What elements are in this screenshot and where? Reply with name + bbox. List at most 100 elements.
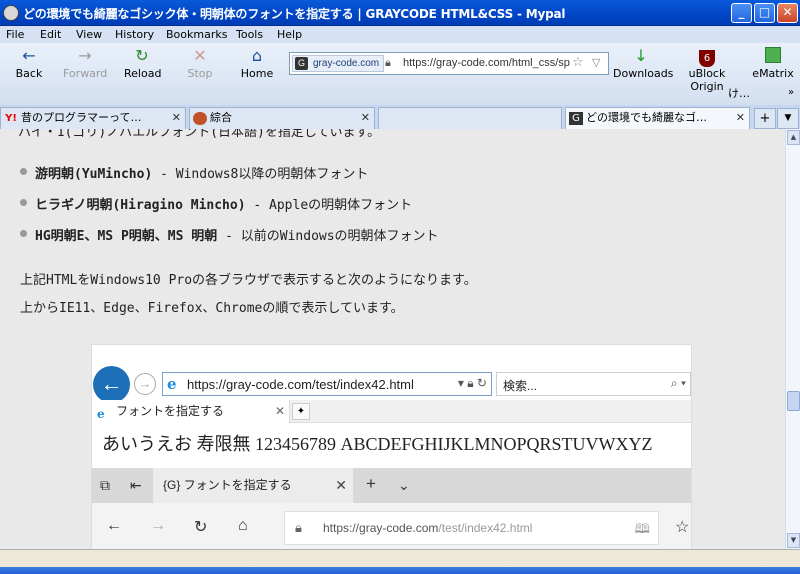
site-identity-label: gray-code.com bbox=[313, 58, 380, 69]
tab-graycode[interactable]: G どの環境でも綺麗なゴ… ✕ bbox=[565, 107, 750, 129]
menu-help[interactable]: Help bbox=[277, 28, 302, 41]
edge-favorites-star-icon: ☆ bbox=[675, 519, 690, 536]
vertical-scrollbar[interactable]: ▲ ▼ bbox=[785, 129, 800, 549]
ematrix-button[interactable]: eMatrix bbox=[752, 47, 794, 80]
lock-icon: 🔒︎ bbox=[385, 56, 391, 69]
edge-reading-view-icon: 🕮︎ bbox=[634, 521, 650, 536]
font-desc: - Appleの明朝体フォント bbox=[245, 198, 413, 213]
stop-label: Stop bbox=[187, 67, 213, 80]
site-identity[interactable]: G gray-code.com bbox=[292, 55, 385, 72]
edge-tab-preview-icon: ⧉ bbox=[100, 477, 110, 493]
ie-search-icon: ⌕ ▾ bbox=[670, 376, 686, 390]
menu-edit[interactable]: Edit bbox=[40, 28, 61, 41]
forward-arrow-icon: → bbox=[78, 46, 92, 65]
back-label: Back bbox=[15, 67, 43, 80]
page-content: ハイ・1(ゴリ)ノバエルフォント(日本語)を指定しています。 游明朝(YuMin… bbox=[0, 129, 785, 549]
ublock-label: uBlock Origin bbox=[688, 67, 726, 93]
font-name: ヒラギノ明朝(Hiragino Mincho) bbox=[35, 198, 246, 213]
ublock-shield-icon: 6 bbox=[672, 47, 742, 67]
title-bar: どの環境でも綺麗なゴシック体・明朝体のフォントを指定する | GRAYCODE … bbox=[0, 0, 800, 26]
window-title: どの環境でも綺麗なゴシック体・明朝体のフォントを指定する | GRAYCODE … bbox=[23, 7, 566, 21]
tab-label: 綜合 bbox=[210, 111, 232, 124]
edge-home-icon: ⌂ bbox=[238, 517, 248, 534]
ie-tab-label: フォントを指定する bbox=[116, 404, 225, 418]
edge-tab-label: {G} フォントを指定する bbox=[163, 478, 292, 492]
graycode-icon: G bbox=[569, 112, 583, 125]
back-button[interactable]: ← Back bbox=[14, 46, 44, 81]
downloads-button[interactable]: ↓ Downloads bbox=[613, 46, 673, 81]
scroll-up-arrow-icon[interactable]: ▲ bbox=[787, 130, 800, 145]
chevron-right-icon[interactable]: » bbox=[785, 87, 797, 98]
edge-new-tab-icon: + bbox=[366, 474, 376, 493]
edge-url-host: https://gray-code.com bbox=[323, 521, 439, 535]
reload-button[interactable]: ↻ Reload bbox=[124, 46, 161, 81]
app-icon bbox=[3, 5, 19, 21]
menu-tools[interactable]: Tools bbox=[236, 28, 263, 41]
scroll-down-arrow-icon[interactable]: ▼ bbox=[787, 533, 800, 548]
forward-button[interactable]: → Forward bbox=[63, 46, 107, 81]
edge-nav-bar: ← → ↻ ⌂ 🔒︎ https://gray-code.com/test/in… bbox=[92, 503, 691, 549]
browser-comparison-image: ← → e https://gray-code.com/test/index42… bbox=[91, 344, 692, 549]
edge-set-aside-icon: ⇤ bbox=[130, 477, 142, 493]
yahoo-icon: Y! bbox=[5, 113, 17, 124]
ie-toolbar: ← → e https://gray-code.com/test/index42… bbox=[92, 345, 691, 403]
menu-bookmarks[interactable]: Bookmarks bbox=[166, 28, 227, 41]
bullet-dot bbox=[20, 199, 27, 206]
url-text[interactable]: https://gray-code.com/html_css/sp bbox=[403, 57, 570, 69]
stop-button[interactable]: ✕ Stop bbox=[186, 46, 214, 81]
ie-logo-icon: e bbox=[167, 375, 177, 393]
font-desc: - Windows8以降の明朝体フォント bbox=[152, 167, 369, 182]
ie-search-placeholder: 検索... bbox=[503, 379, 538, 393]
font-name: HG明朝E、MS P明朝、MS 明朝 bbox=[35, 229, 218, 244]
menu-history[interactable]: History bbox=[115, 28, 154, 41]
new-tab-button[interactable]: + bbox=[754, 108, 776, 129]
tab-label: どの環境でも綺麗なゴ… bbox=[586, 111, 707, 124]
ie-tab-close-icon: ✕ bbox=[274, 404, 285, 418]
bookmark-star-icon[interactable]: ☆ bbox=[572, 55, 584, 70]
list-item: 游明朝(YuMincho) - Windows8以降の明朝体フォント bbox=[20, 163, 439, 194]
menu-file[interactable]: File bbox=[6, 28, 24, 41]
ie-address-bar: e https://gray-code.com/test/index42.htm… bbox=[162, 372, 492, 396]
home-button[interactable]: ⌂ Home bbox=[240, 47, 274, 81]
edge-forward-arrow-icon: → bbox=[150, 517, 166, 534]
graycode-favicon-icon: G bbox=[295, 57, 308, 70]
edge-tab: {G} フォントを指定する ✕ bbox=[153, 468, 353, 503]
close-button[interactable]: ✕ bbox=[777, 3, 798, 23]
menu-view[interactable]: View bbox=[76, 28, 102, 41]
ie-tab-logo-icon: e bbox=[97, 407, 105, 421]
paragraph: 上からIE11、Edge、Firefox、Chromeの順で表示しています。 bbox=[20, 301, 404, 316]
edge-refresh-icon: ↻ bbox=[194, 519, 208, 536]
edge-tab-row: ⧉ ⇤ {G} フォントを指定する ✕ + ⌄ bbox=[92, 468, 691, 503]
ie-sample-text: あいうえお 寿限無 123456789 ABCDEFGHIJKLMNOPQRST… bbox=[102, 434, 653, 454]
scroll-thumb[interactable] bbox=[787, 391, 800, 411]
ematrix-grid-icon bbox=[752, 47, 794, 65]
minimize-button[interactable]: _ bbox=[731, 3, 752, 23]
history-dropdown-icon[interactable]: ▽ bbox=[592, 56, 600, 69]
menu-bar: File Edit View History Bookmarks Tools H… bbox=[0, 26, 800, 43]
tab-close-icon[interactable]: ✕ bbox=[361, 108, 370, 128]
tab-list-dropdown-icon[interactable]: ▼ bbox=[777, 108, 799, 129]
maximize-button[interactable]: □ bbox=[754, 3, 775, 23]
home-label: Home bbox=[240, 67, 274, 80]
tab-sogo[interactable]: 綜合 ✕ bbox=[189, 107, 375, 129]
reload-icon: ↻ bbox=[135, 46, 149, 65]
edge-tab-close-icon: ✕ bbox=[335, 477, 347, 493]
address-bar[interactable]: G gray-code.com 🔒︎ https://gray-code.com… bbox=[289, 52, 609, 75]
bullet-dot bbox=[20, 168, 27, 175]
tab-close-icon[interactable]: ✕ bbox=[172, 108, 181, 128]
download-arrow-icon: ↓ bbox=[634, 46, 648, 65]
edge-tab-list-chevron-icon: ⌄ bbox=[398, 477, 410, 493]
list-item: ヒラギノ明朝(Hiragino Mincho) - Appleの明朝体フォント bbox=[20, 194, 439, 225]
avatar-icon bbox=[193, 112, 207, 125]
back-arrow-icon: ← bbox=[22, 46, 36, 65]
tab-programmer[interactable]: Y! 昔のプログラマーって… ✕ bbox=[0, 107, 186, 129]
stop-icon: ✕ bbox=[193, 46, 207, 65]
font-list: 游明朝(YuMincho) - Windows8以降の明朝体フォント ヒラギノ明… bbox=[20, 163, 439, 256]
downloads-label: Downloads bbox=[613, 67, 674, 80]
tab-empty[interactable] bbox=[378, 107, 562, 129]
toolbar-overflow-button[interactable]: け… bbox=[728, 85, 768, 101]
tab-bar: Y! 昔のプログラマーって… ✕ 綜合 ✕ G どの環境でも綺麗なゴ… ✕ + … bbox=[0, 105, 800, 129]
ie-tab-row: e フォントを指定する ✕ ✦ bbox=[92, 400, 691, 423]
tab-close-icon[interactable]: ✕ bbox=[736, 108, 745, 128]
edge-url: https://gray-code.com/test/index42.html bbox=[323, 521, 532, 535]
